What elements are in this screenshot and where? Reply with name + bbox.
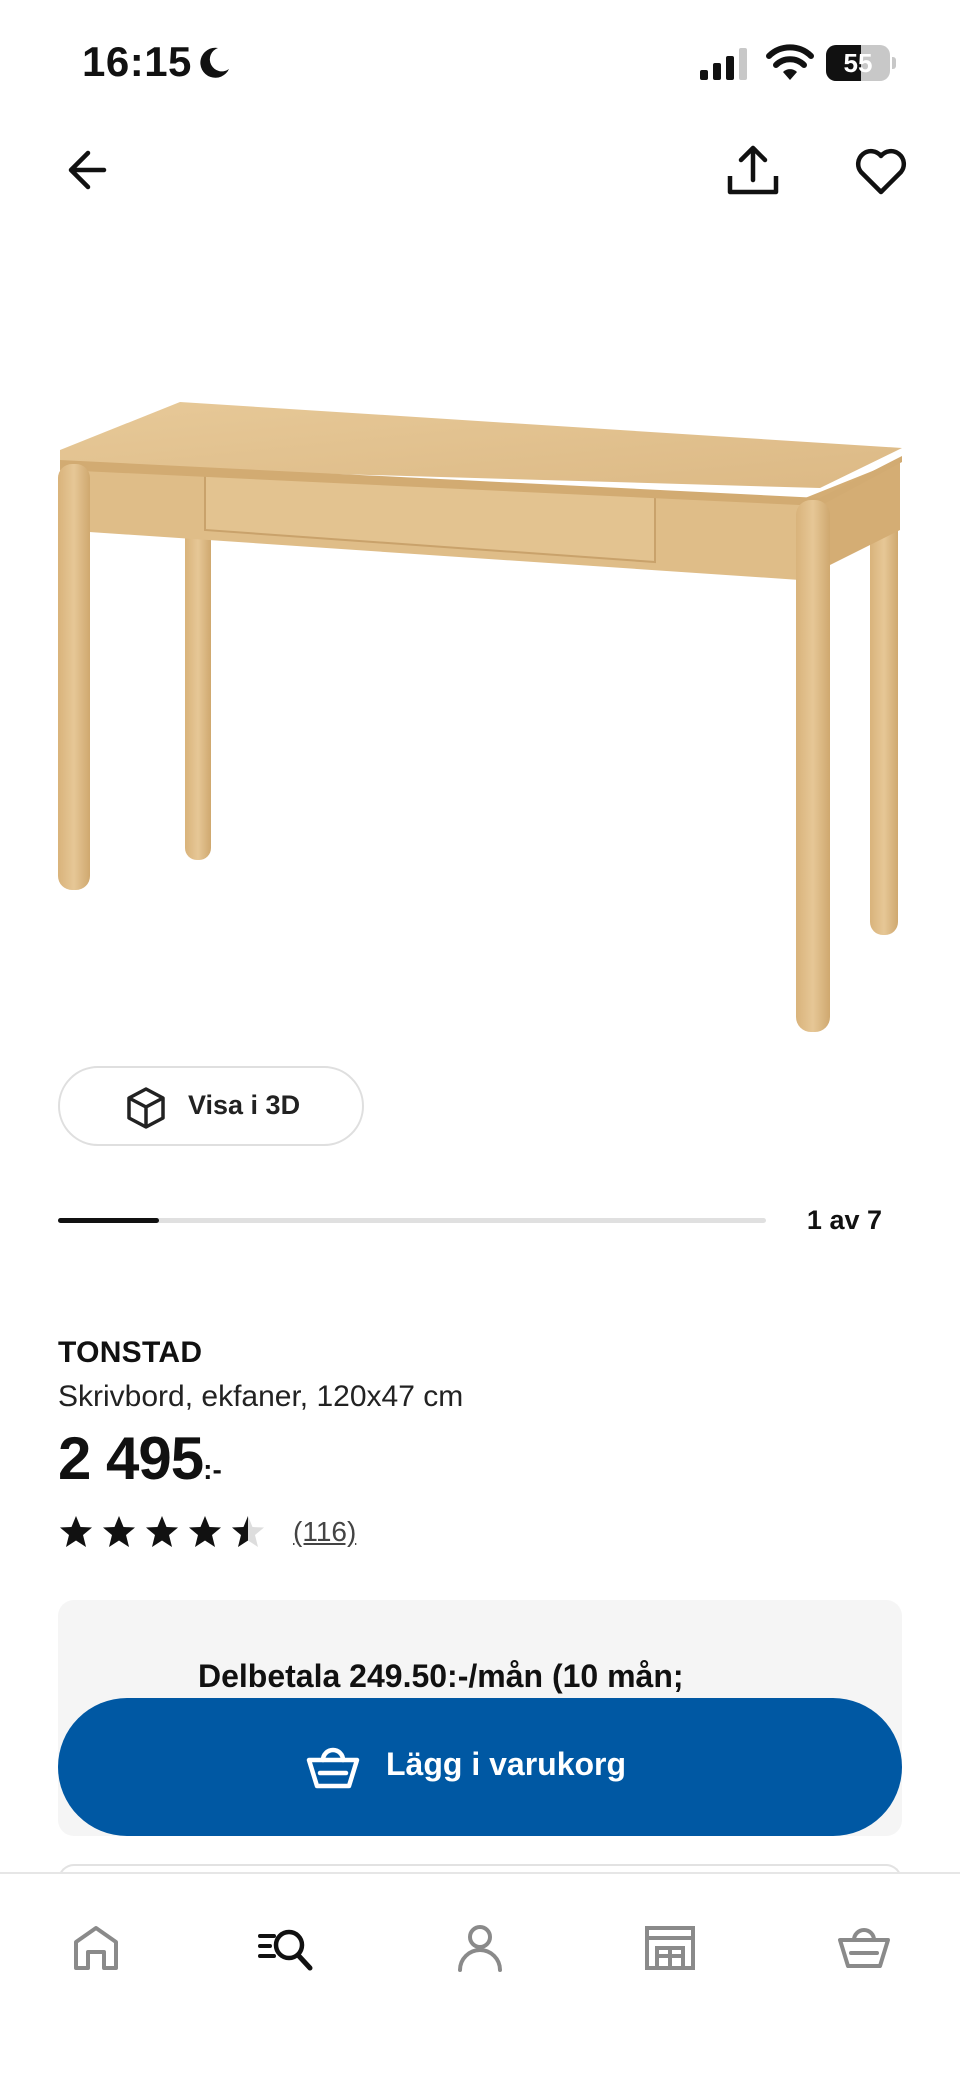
home-icon [74, 1926, 118, 1970]
tab-search[interactable] [246, 1908, 326, 1988]
back-button[interactable] [60, 140, 120, 200]
battery-icon: 55 [826, 45, 896, 81]
product-description: Skrivbord, ekfaner, 120x47 cm [58, 1380, 464, 1413]
carousel-progress [58, 1218, 766, 1223]
cube-3d-icon [127, 1087, 165, 1129]
star-icon [60, 1516, 92, 1547]
desk-leg-back-left [185, 490, 211, 860]
status-time: 16:15 [82, 38, 192, 85]
back-arrow-icon [68, 150, 107, 190]
star-icon [189, 1516, 221, 1547]
star-icon [103, 1516, 135, 1547]
share-button[interactable] [722, 140, 784, 202]
product-image[interactable] [40, 380, 920, 1060]
store-icon [645, 1926, 695, 1970]
carousel-counter: 1 av 7 [806, 1205, 882, 1235]
moon-icon [200, 47, 229, 78]
tab-bar [0, 1874, 960, 2078]
status-bar: 16:15 55 [0, 0, 960, 130]
desk-leg-back-right [870, 475, 898, 935]
battery-level: 55 [843, 48, 873, 78]
tab-stores[interactable] [630, 1908, 710, 1988]
view-in-3d-button[interactable]: Visa i 3D [58, 1066, 364, 1146]
search-icon [258, 1929, 313, 1971]
share-icon [727, 145, 779, 195]
add-to-cart-button[interactable]: Lägg i varukorg [58, 1698, 902, 1836]
add-to-cart-label: Lägg i varukorg [386, 1746, 627, 1782]
price-amount: 2 495 [58, 1425, 204, 1492]
rating[interactable]: (116) [58, 1512, 356, 1552]
tab-profile[interactable] [440, 1908, 520, 1988]
star-icon [232, 1516, 264, 1547]
desk-leg-front-left [58, 464, 90, 890]
basket-icon [306, 1747, 360, 1789]
basket-icon [838, 1928, 890, 1968]
product-price: 2 495:- [58, 1424, 222, 1494]
favorite-button[interactable] [852, 142, 910, 200]
review-count-link[interactable]: (116) [293, 1516, 356, 1548]
product-name: TONSTAD [58, 1336, 203, 1369]
desk-leg-front-right [796, 500, 830, 1032]
star-icon [146, 1516, 178, 1547]
wifi-icon [766, 44, 814, 80]
view-in-3d-label: Visa i 3D [188, 1090, 301, 1120]
tab-home[interactable] [56, 1908, 136, 1988]
installment-text: Delbetala 249.50:-/mån (10 mån; [198, 1658, 684, 1694]
price-suffix: :- [203, 1454, 222, 1485]
heart-icon [855, 148, 907, 195]
rating-stars [58, 1514, 273, 1550]
profile-icon [458, 1925, 502, 1972]
signal-icon [700, 48, 747, 80]
carousel-progress-fill [58, 1218, 160, 1223]
tab-cart[interactable] [824, 1908, 904, 1988]
